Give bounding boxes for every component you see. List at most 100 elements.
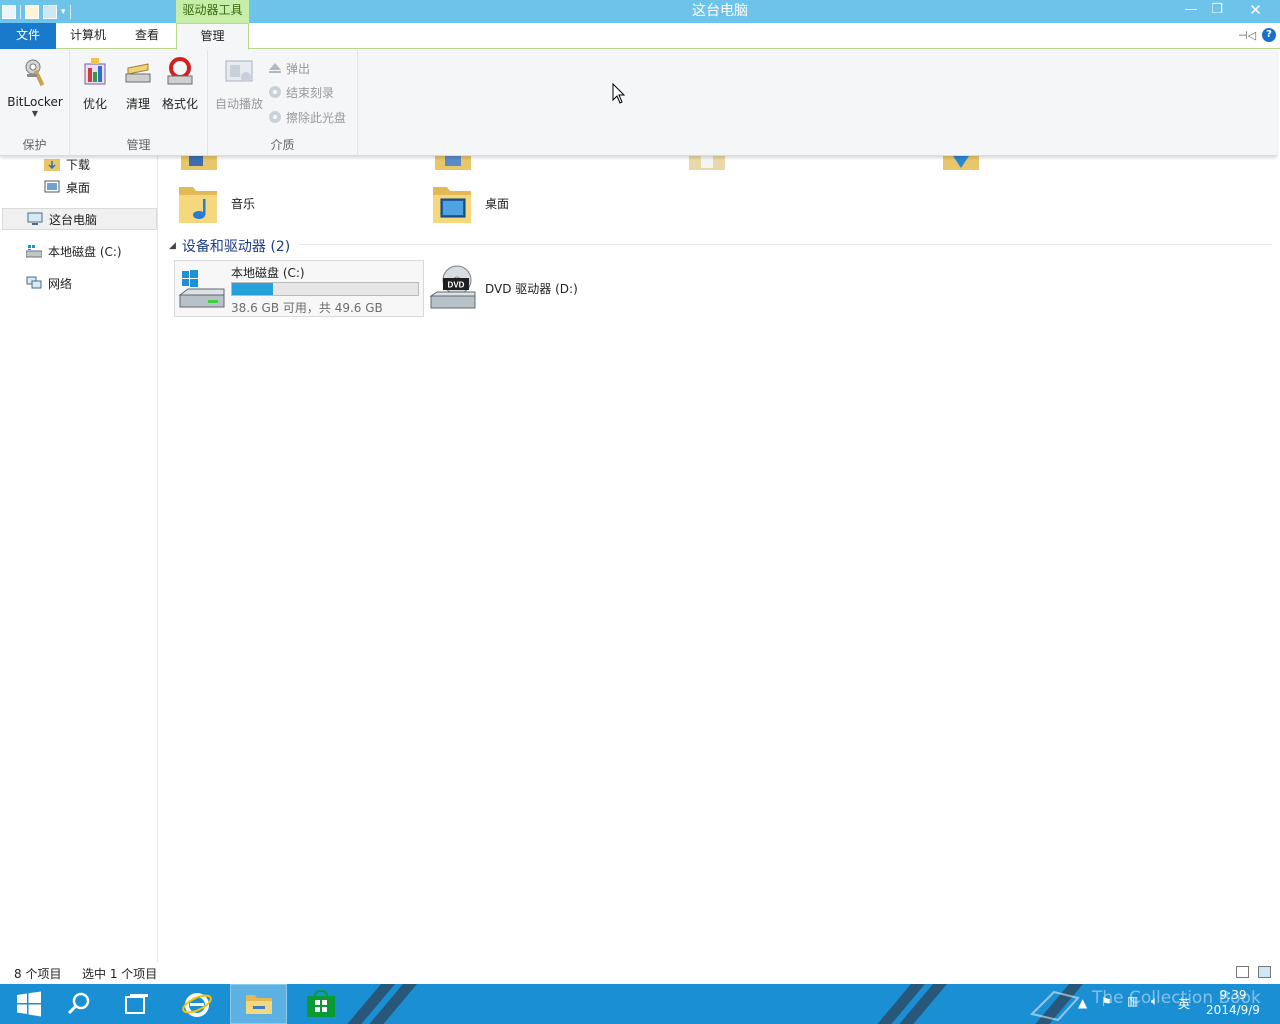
nav-item-local-disk-c[interactable]: 本地磁盘 (C:) — [26, 240, 122, 262]
windows-logo-icon — [16, 991, 41, 1017]
tab-file[interactable]: 文件 — [0, 23, 56, 49]
network-tray-icon[interactable]: ▥ — [1127, 994, 1138, 1024]
optimize-icon — [84, 58, 106, 85]
selected-count: 选中 1 个项目 — [82, 967, 158, 981]
finish-burning-label: 结束刻录 — [286, 85, 335, 100]
contextual-tab-group-label: 驱动器工具 — [176, 0, 249, 23]
format-button[interactable]: 格式化 — [160, 56, 200, 112]
downloads-folder-icon — [44, 159, 60, 171]
navigation-pane: 下载 桌面 这台电脑 本地磁盘 (C:) 网络 — [0, 156, 158, 962]
task-view-button[interactable] — [108, 984, 165, 1024]
dvd-badge-text: DVD — [448, 281, 465, 290]
drive-c-tile[interactable]: 本地磁盘 (C:) 38.6 GB 可用，共 49.6 GB — [174, 260, 424, 317]
format-icon — [167, 57, 193, 85]
watermark-book-icon — [1030, 990, 1080, 1022]
collapse-icon[interactable]: ◢ — [169, 241, 176, 251]
cleanup-label: 清理 — [125, 97, 150, 111]
restore-button[interactable]: ❐ — [1204, 0, 1230, 21]
task-view-icon — [124, 994, 148, 1014]
ribbon: BitLocker ▼ 保护 优化 清理 格式化 管理 自动播放 介质 弹出 结… — [0, 50, 1277, 156]
erase-disc-button[interactable]: 擦除此光盘 — [268, 107, 346, 127]
ime-indicator[interactable]: 英 — [1178, 995, 1190, 1024]
window-menu-icon[interactable] — [2, 4, 16, 19]
dvd-drive-icon: DVD — [429, 265, 476, 309]
taskbar: The Collection Book ▲ ⚑ ▥ 🔈︎ 英 9:39 2014… — [0, 984, 1280, 1024]
nav-item-desktop[interactable]: 桌面 — [44, 176, 90, 198]
autoplay-button[interactable]: 自动播放 — [212, 56, 266, 112]
internet-explorer-button[interactable] — [168, 984, 225, 1024]
start-button[interactable] — [0, 984, 57, 1024]
eject-icon — [269, 63, 281, 73]
music-folder-icon — [179, 187, 217, 223]
details-view-icon[interactable] — [1236, 966, 1249, 978]
store-button[interactable] — [292, 984, 349, 1024]
windows-drive-icon — [178, 270, 225, 308]
nav-item-label: 这台电脑 — [49, 212, 98, 227]
minimize-button[interactable]: — — [1178, 0, 1204, 21]
pin-ribbon-icon[interactable]: ⊣◁ — [1238, 29, 1256, 42]
nav-item-this-pc[interactable]: 这台电脑 — [2, 208, 157, 230]
autoplay-label: 自动播放 — [214, 97, 263, 111]
optimize-button[interactable]: 优化 — [78, 56, 112, 112]
folder-icon[interactable] — [435, 156, 471, 170]
group-manage: 优化 清理 格式化 管理 — [70, 50, 208, 156]
autoplay-icon — [225, 60, 253, 82]
item-count: 8 个项目 — [14, 967, 62, 981]
search-button[interactable] — [50, 984, 107, 1024]
mouse-cursor-icon — [612, 83, 626, 104]
bitlocker-button[interactable]: BitLocker ▼ — [4, 56, 66, 118]
file-explorer-icon — [245, 995, 272, 1014]
properties-icon[interactable] — [25, 4, 39, 19]
nav-item-network[interactable]: 网络 — [26, 272, 72, 294]
show-hidden-icons-icon[interactable]: ▲ — [1078, 996, 1087, 1024]
cleanup-icon — [125, 63, 151, 83]
drive-c-usage-bar — [231, 282, 419, 296]
folder-icon[interactable] — [943, 156, 979, 170]
tab-computer[interactable]: 计算机 — [58, 23, 118, 49]
folder-music[interactable]: 音乐 — [177, 178, 255, 228]
nav-item-label: 桌面 — [66, 180, 91, 195]
erase-disc-label: 擦除此光盘 — [286, 110, 347, 125]
cleanup-button[interactable]: 清理 — [120, 56, 156, 112]
drive-c-space: 38.6 GB 可用，共 49.6 GB — [231, 301, 383, 315]
folder-label: 音乐 — [231, 196, 256, 211]
folder-icon[interactable] — [181, 156, 217, 170]
nav-item-downloads[interactable]: 下载 — [44, 153, 90, 175]
clock[interactable]: 9:39 2014/9/9 — [1200, 988, 1266, 1018]
drive-c-name: 本地磁盘 (C:) — [231, 266, 305, 280]
folder-desktop[interactable]: 桌面 — [431, 178, 509, 228]
ribbon-tab-row: 文件 计算机 查看 管理 ⊣◁ ? — [0, 23, 1280, 50]
desktop-folder-icon — [433, 187, 471, 223]
large-icons-view-icon[interactable] — [1258, 966, 1271, 978]
group-label-protect: 保护 — [22, 138, 47, 152]
erase-disc-icon — [269, 111, 281, 123]
finish-burning-button[interactable]: 结束刻录 — [268, 82, 334, 102]
volume-icon[interactable]: 🔈︎ — [1151, 994, 1158, 1024]
drive-d-tile[interactable]: DVD DVD 驱动器 (D:) — [429, 262, 578, 314]
nav-item-label: 下载 — [66, 157, 91, 172]
customize-qat-icon[interactable]: ▾ — [61, 7, 66, 17]
clock-time: 9:39 — [1219, 988, 1247, 1002]
action-center-flag-icon[interactable]: ⚑ — [1101, 995, 1112, 1024]
folder-icon[interactable] — [689, 156, 725, 170]
optimize-label: 优化 — [82, 97, 107, 111]
close-button[interactable]: ✕ — [1233, 0, 1278, 21]
eject-button[interactable]: 弹出 — [268, 58, 310, 78]
tab-manage[interactable]: 管理 — [176, 23, 249, 50]
devices-section-header[interactable]: ◢ 设备和驱动器 (2) — [169, 236, 290, 256]
window-title: 这台电脑 — [692, 3, 748, 19]
title-bar: ▾ 驱动器工具 这台电脑 — ❐ ✕ — [0, 0, 1280, 23]
folder-label: 桌面 — [485, 196, 510, 211]
computer-icon — [27, 212, 43, 225]
help-icon[interactable]: ? — [1262, 28, 1276, 42]
chevron-down-icon: ▼ — [31, 109, 39, 118]
group-protect: BitLocker ▼ 保护 — [0, 50, 70, 156]
new-folder-icon[interactable] — [43, 4, 57, 19]
network-icon — [26, 276, 42, 289]
quick-access-toolbar: ▾ — [2, 3, 71, 20]
search-icon — [67, 992, 89, 1015]
tab-view[interactable]: 查看 — [120, 23, 174, 49]
content-pane: 音乐 桌面 ◢ 设备和驱动器 (2) 本地磁盘 (C:) 38.6 GB 可用，… — [159, 156, 1280, 962]
status-bar: 8 个项目 选中 1 个项目 — [0, 962, 1280, 984]
file-explorer-button[interactable] — [230, 984, 287, 1024]
